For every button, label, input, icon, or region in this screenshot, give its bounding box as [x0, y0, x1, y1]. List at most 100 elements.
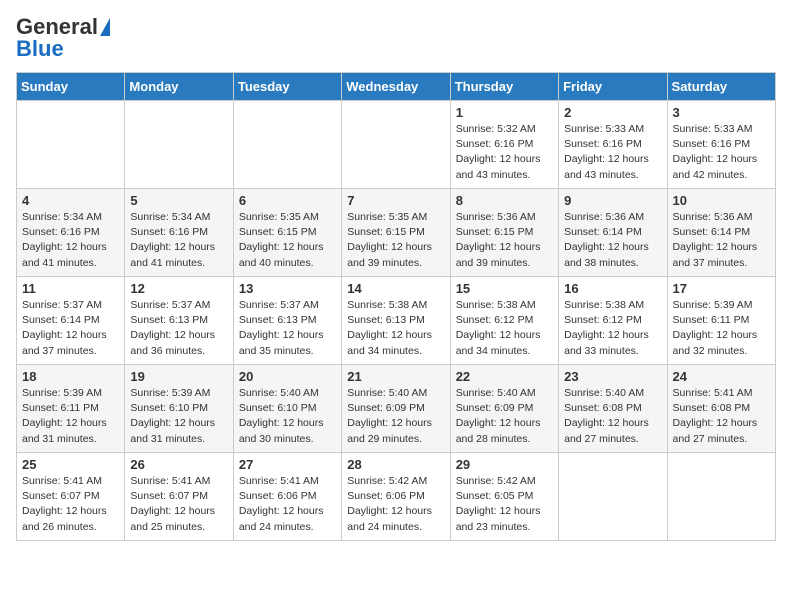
day-number: 19 [130, 369, 227, 384]
calendar-cell: 22 Sunrise: 5:40 AM Sunset: 6:09 PM Dayli… [450, 365, 558, 453]
logo: General Blue [16, 16, 110, 60]
header-tuesday: Tuesday [233, 73, 341, 101]
day-info: Sunrise: 5:37 AM Sunset: 6:13 PM Dayligh… [130, 298, 227, 359]
day-number: 24 [673, 369, 770, 384]
logo-triangle-icon [100, 18, 110, 36]
calendar-cell: 26Sunrise: 5:41 AM Sunset: 6:07 PM Dayli… [125, 453, 233, 541]
day-info: Sunrise: 5:32 AM Sunset: 6:16 PM Dayligh… [456, 122, 553, 183]
day-info: Sunrise: 5:39 AM Sunset: 6:10 PM Dayligh… [130, 386, 227, 447]
day-number: 15 [456, 281, 553, 296]
day-info: Sunrise: 5:36 AM Sunset: 6:14 PM Dayligh… [673, 210, 770, 271]
day-info: Sunrise: 5:41 AM Sunset: 6:07 PM Dayligh… [22, 474, 119, 535]
calendar-week-row: 4 Sunrise: 5:34 AM Sunset: 6:16 PM Daylig… [17, 189, 776, 277]
day-number: 27 [239, 457, 336, 472]
day-info: Sunrise: 5:36 AM Sunset: 6:15 PM Dayligh… [456, 210, 553, 271]
page-header: General Blue [16, 16, 776, 60]
calendar-week-row: 25Sunrise: 5:41 AM Sunset: 6:07 PM Dayli… [17, 453, 776, 541]
day-info: Sunrise: 5:38 AM Sunset: 6:13 PM Dayligh… [347, 298, 444, 359]
calendar-cell: 6 Sunrise: 5:35 AM Sunset: 6:15 PM Daylig… [233, 189, 341, 277]
header-monday: Monday [125, 73, 233, 101]
header-wednesday: Wednesday [342, 73, 450, 101]
calendar-cell [559, 453, 667, 541]
day-number: 18 [22, 369, 119, 384]
day-number: 2 [564, 105, 661, 120]
calendar-cell: 3 Sunrise: 5:33 AM Sunset: 6:16 PM Daylig… [667, 101, 775, 189]
day-info: Sunrise: 5:40 AM Sunset: 6:08 PM Dayligh… [564, 386, 661, 447]
calendar-cell: 12 Sunrise: 5:37 AM Sunset: 6:13 PM Dayli… [125, 277, 233, 365]
calendar-cell [342, 101, 450, 189]
header-friday: Friday [559, 73, 667, 101]
day-info: Sunrise: 5:38 AM Sunset: 6:12 PM Dayligh… [456, 298, 553, 359]
day-number: 23 [564, 369, 661, 384]
calendar-week-row: 1 Sunrise: 5:32 AM Sunset: 6:16 PM Daylig… [17, 101, 776, 189]
day-number: 6 [239, 193, 336, 208]
header-saturday: Saturday [667, 73, 775, 101]
header-thursday: Thursday [450, 73, 558, 101]
calendar-cell: 1 Sunrise: 5:32 AM Sunset: 6:16 PM Daylig… [450, 101, 558, 189]
calendar-cell: 2 Sunrise: 5:33 AM Sunset: 6:16 PM Daylig… [559, 101, 667, 189]
day-info: Sunrise: 5:41 AM Sunset: 6:06 PM Dayligh… [239, 474, 336, 535]
day-info: Sunrise: 5:42 AM Sunset: 6:05 PM Dayligh… [456, 474, 553, 535]
day-number: 4 [22, 193, 119, 208]
day-number: 10 [673, 193, 770, 208]
calendar-cell: 21 Sunrise: 5:40 AM Sunset: 6:09 PM Dayli… [342, 365, 450, 453]
calendar-cell: 14 Sunrise: 5:38 AM Sunset: 6:13 PM Dayli… [342, 277, 450, 365]
calendar-cell: 17 Sunrise: 5:39 AM Sunset: 6:11 PM Dayli… [667, 277, 775, 365]
day-info: Sunrise: 5:36 AM Sunset: 6:14 PM Dayligh… [564, 210, 661, 271]
logo-text: General [16, 16, 98, 38]
day-number: 17 [673, 281, 770, 296]
calendar-cell: 18 Sunrise: 5:39 AM Sunset: 6:11 PM Dayli… [17, 365, 125, 453]
day-number: 13 [239, 281, 336, 296]
calendar-week-row: 11 Sunrise: 5:37 AM Sunset: 6:14 PM Dayli… [17, 277, 776, 365]
day-number: 21 [347, 369, 444, 384]
calendar-cell: 13 Sunrise: 5:37 AM Sunset: 6:13 PM Dayli… [233, 277, 341, 365]
calendar-cell: 27 Sunrise: 5:41 AM Sunset: 6:06 PM Dayli… [233, 453, 341, 541]
day-number: 29 [456, 457, 553, 472]
day-info: Sunrise: 5:34 AM Sunset: 6:16 PM Dayligh… [22, 210, 119, 271]
day-info: Sunrise: 5:42 AM Sunset: 6:06 PM Dayligh… [347, 474, 444, 535]
calendar-cell: 20 Sunrise: 5:40 AM Sunset: 6:10 PM Dayli… [233, 365, 341, 453]
calendar-cell: 5 Sunrise: 5:34 AM Sunset: 6:16 PM Daylig… [125, 189, 233, 277]
calendar-cell: 23 Sunrise: 5:40 AM Sunset: 6:08 PM Dayli… [559, 365, 667, 453]
day-info: Sunrise: 5:40 AM Sunset: 6:09 PM Dayligh… [347, 386, 444, 447]
day-number: 16 [564, 281, 661, 296]
header-sunday: Sunday [17, 73, 125, 101]
day-info: Sunrise: 5:34 AM Sunset: 6:16 PM Dayligh… [130, 210, 227, 271]
day-number: 14 [347, 281, 444, 296]
calendar-cell [233, 101, 341, 189]
day-number: 11 [22, 281, 119, 296]
calendar-cell: 28 Sunrise: 5:42 AM Sunset: 6:06 PM Dayli… [342, 453, 450, 541]
day-info: Sunrise: 5:37 AM Sunset: 6:14 PM Dayligh… [22, 298, 119, 359]
calendar-cell: 11 Sunrise: 5:37 AM Sunset: 6:14 PM Dayli… [17, 277, 125, 365]
day-number: 7 [347, 193, 444, 208]
day-info: Sunrise: 5:41 AM Sunset: 6:08 PM Dayligh… [673, 386, 770, 447]
day-number: 22 [456, 369, 553, 384]
calendar-cell: 25Sunrise: 5:41 AM Sunset: 6:07 PM Dayli… [17, 453, 125, 541]
day-number: 5 [130, 193, 227, 208]
day-info: Sunrise: 5:40 AM Sunset: 6:10 PM Dayligh… [239, 386, 336, 447]
day-number: 20 [239, 369, 336, 384]
day-info: Sunrise: 5:35 AM Sunset: 6:15 PM Dayligh… [239, 210, 336, 271]
calendar-table: SundayMondayTuesdayWednesdayThursdayFrid… [16, 72, 776, 541]
calendar-cell: 9 Sunrise: 5:36 AM Sunset: 6:14 PM Daylig… [559, 189, 667, 277]
day-number: 1 [456, 105, 553, 120]
day-number: 9 [564, 193, 661, 208]
day-number: 28 [347, 457, 444, 472]
day-info: Sunrise: 5:35 AM Sunset: 6:15 PM Dayligh… [347, 210, 444, 271]
day-info: Sunrise: 5:33 AM Sunset: 6:16 PM Dayligh… [564, 122, 661, 183]
day-info: Sunrise: 5:33 AM Sunset: 6:16 PM Dayligh… [673, 122, 770, 183]
calendar-cell: 10 Sunrise: 5:36 AM Sunset: 6:14 PM Dayli… [667, 189, 775, 277]
day-info: Sunrise: 5:41 AM Sunset: 6:07 PM Dayligh… [130, 474, 227, 535]
day-info: Sunrise: 5:39 AM Sunset: 6:11 PM Dayligh… [673, 298, 770, 359]
logo-blue-text: Blue [16, 38, 64, 60]
calendar-header-row: SundayMondayTuesdayWednesdayThursdayFrid… [17, 73, 776, 101]
calendar-cell: 8 Sunrise: 5:36 AM Sunset: 6:15 PM Daylig… [450, 189, 558, 277]
day-number: 8 [456, 193, 553, 208]
day-info: Sunrise: 5:40 AM Sunset: 6:09 PM Dayligh… [456, 386, 553, 447]
day-number: 3 [673, 105, 770, 120]
day-info: Sunrise: 5:39 AM Sunset: 6:11 PM Dayligh… [22, 386, 119, 447]
day-info: Sunrise: 5:37 AM Sunset: 6:13 PM Dayligh… [239, 298, 336, 359]
day-number: 12 [130, 281, 227, 296]
calendar-cell: 7 Sunrise: 5:35 AM Sunset: 6:15 PM Daylig… [342, 189, 450, 277]
calendar-cell [17, 101, 125, 189]
